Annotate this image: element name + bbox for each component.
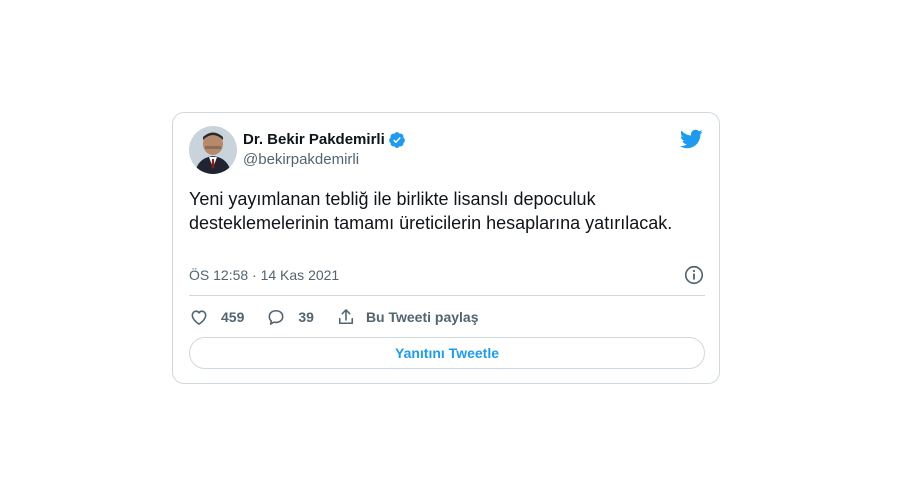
reply-button-icon-action[interactable]: 39	[266, 307, 314, 327]
reply-bubble-icon	[266, 307, 286, 327]
reply-count: 39	[298, 309, 314, 325]
avatar[interactable]	[189, 126, 237, 174]
tweet-meta-row: ÖS 12:58 · 14 Kas 2021	[189, 264, 705, 286]
author-names: Dr. Bekir Pakdemirli @bekirpakdemirli	[243, 130, 406, 170]
divider	[189, 295, 705, 296]
share-label: Bu Tweeti paylaş	[365, 309, 479, 325]
tweet-timestamp[interactable]: ÖS 12:58 · 14 Kas 2021	[189, 267, 339, 283]
like-count: 459	[221, 309, 245, 325]
tweet-text: Yeni yayımlanan tebliğ ile birlikte lisa…	[189, 189, 673, 233]
share-icon	[336, 307, 356, 327]
like-button[interactable]: 459	[189, 307, 244, 327]
info-icon[interactable]	[683, 264, 705, 286]
tweet-header: Dr. Bekir Pakdemirli @bekirpakdemirli	[189, 125, 406, 175]
tweet-actions: 459 39 Bu Tweeti paylaş	[189, 305, 501, 329]
name-row: Dr. Bekir Pakdemirli	[243, 130, 406, 150]
verified-badge-icon	[388, 131, 406, 149]
reply-tweet-button[interactable]: Yanıtını Tweetle	[189, 337, 705, 369]
author-display-name[interactable]: Dr. Bekir Pakdemirli	[243, 130, 385, 150]
heart-icon	[189, 307, 209, 327]
author-handle[interactable]: @bekirpakdemirli	[243, 150, 406, 170]
share-button[interactable]: Bu Tweeti paylaş	[336, 307, 479, 327]
tweet-card: Dr. Bekir Pakdemirli @bekirpakdemirli Ye…	[172, 112, 720, 384]
twitter-logo-icon[interactable]	[679, 127, 703, 151]
